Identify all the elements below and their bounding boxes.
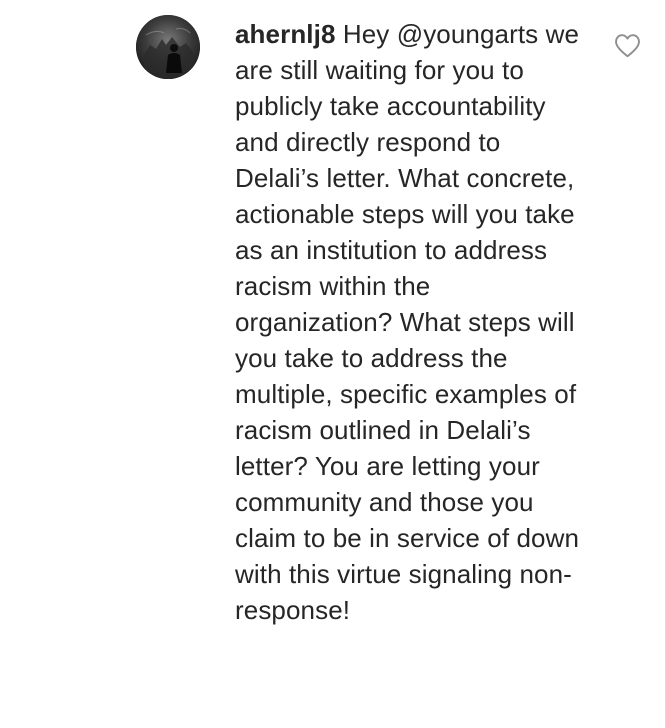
comment-text: Hey @youngarts we are still waiting for … xyxy=(235,19,580,625)
heart-outline-icon xyxy=(615,34,640,58)
comment-body: ahernlj8 Hey @youngarts we are still wai… xyxy=(235,16,585,628)
user-avatar-icon xyxy=(136,15,200,79)
like-button[interactable] xyxy=(614,33,641,58)
avatar[interactable] xyxy=(136,15,200,79)
comment-item: ahernlj8 Hey @youngarts we are still wai… xyxy=(0,0,666,728)
comment-username[interactable]: ahernlj8 xyxy=(235,19,336,49)
